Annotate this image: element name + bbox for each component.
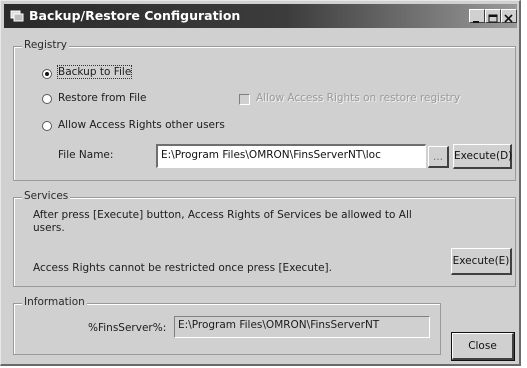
registry-group: Registry Backup to File Restore from Fil… bbox=[13, 39, 516, 181]
services-group-label: Services bbox=[22, 190, 71, 202]
allow-access-rights-label[interactable]: Allow Access Rights other users bbox=[58, 119, 225, 131]
services-group: Services After press [Execute] button, A… bbox=[13, 190, 516, 287]
close-icon bbox=[504, 14, 513, 23]
window-title: Backup/Restore Configuration bbox=[29, 8, 241, 23]
fins-server-label: %FinsServer%: bbox=[88, 322, 167, 334]
restore-from-file-radio[interactable] bbox=[42, 94, 52, 104]
services-warning: Access Rights cannot be restricted once … bbox=[33, 262, 332, 274]
backup-restore-dialog: Backup/Restore Configuration Registry Ba… bbox=[0, 0, 521, 366]
services-execute-button[interactable]: Execute(E) bbox=[451, 248, 512, 275]
allow-access-rights-restore-checkbox[interactable] bbox=[239, 94, 250, 105]
backup-to-file-label[interactable]: Backup to File bbox=[56, 65, 133, 79]
fins-server-path-field: E:\Program Files\OMRON\FinsServerNT bbox=[174, 316, 430, 338]
maximize-button[interactable] bbox=[485, 9, 501, 23]
registry-execute-button[interactable]: Execute(D) bbox=[453, 144, 512, 169]
browse-button[interactable]: ... bbox=[428, 146, 449, 168]
minimize-button[interactable] bbox=[469, 9, 485, 23]
backup-to-file-radio[interactable] bbox=[42, 69, 52, 79]
services-description: After press [Execute] button, Access Rig… bbox=[33, 209, 412, 234]
minimize-icon bbox=[473, 21, 479, 23]
allow-access-rights-restore-label: Allow Access Rights on restore registry bbox=[256, 92, 461, 104]
maximize-icon bbox=[488, 14, 498, 23]
allow-access-rights-radio[interactable] bbox=[42, 121, 52, 131]
registry-group-label: Registry bbox=[22, 39, 69, 51]
title-bar[interactable]: Backup/Restore Configuration bbox=[4, 4, 517, 28]
file-name-input[interactable]: E:\Program Files\OMRON\FinsServerNT\loc bbox=[156, 144, 426, 168]
app-icon bbox=[10, 10, 24, 22]
close-window-button[interactable] bbox=[501, 9, 517, 23]
restore-from-file-label[interactable]: Restore from File bbox=[58, 92, 147, 104]
information-group-label: Information bbox=[22, 296, 87, 308]
information-group: Information %FinsServer%: E:\Program Fil… bbox=[13, 296, 441, 355]
close-button[interactable]: Close bbox=[451, 332, 515, 361]
file-name-label: File Name: bbox=[58, 149, 114, 161]
